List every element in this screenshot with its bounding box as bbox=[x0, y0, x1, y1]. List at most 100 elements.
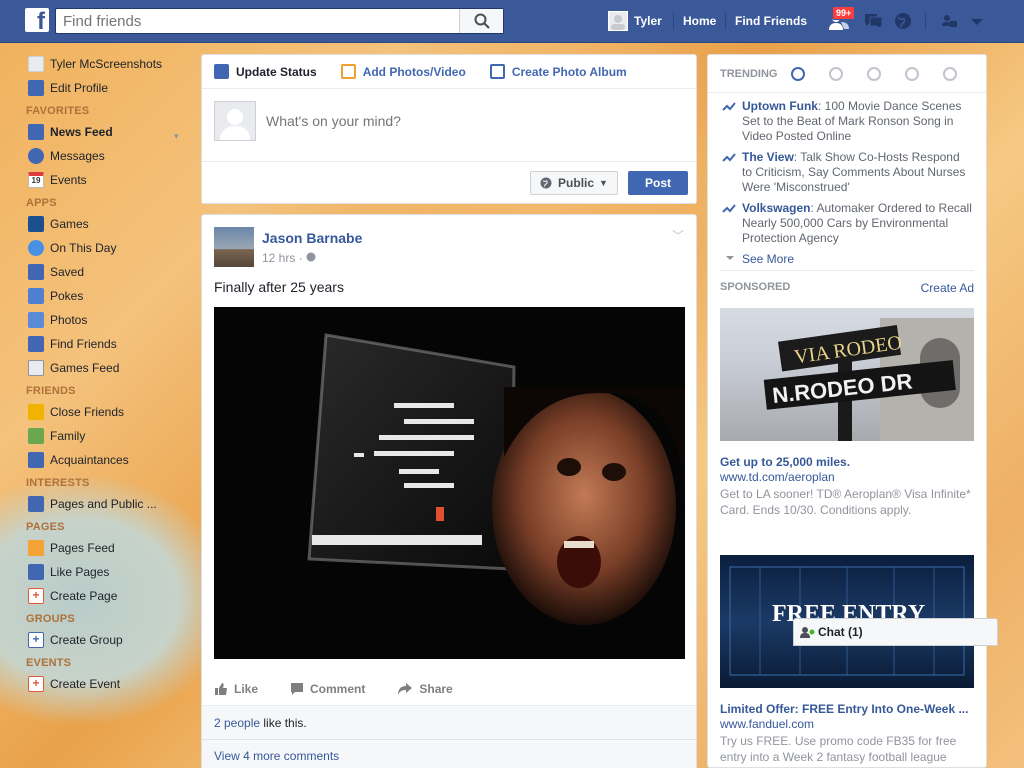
sponsored-title: SPONSORED bbox=[720, 281, 791, 293]
top-bar: f Tyler Home Find Friends 99+ bbox=[0, 0, 1024, 43]
pencil-icon bbox=[214, 64, 229, 79]
sidebar-item-games[interactable]: Games bbox=[0, 212, 190, 236]
see-more-link[interactable]: See More bbox=[708, 248, 986, 270]
sidebar-item-label: Events bbox=[50, 173, 87, 187]
sidebar-item-close-friends[interactable]: Close Friends bbox=[0, 400, 190, 424]
trending-sports-icon[interactable] bbox=[905, 66, 920, 81]
nav-find-friends-link[interactable]: Find Friends bbox=[735, 0, 807, 42]
sidebar-item-acquaintances[interactable]: Acquaintances bbox=[0, 448, 190, 472]
sidebar-item-pages-feed[interactable]: Pages Feed bbox=[0, 536, 190, 560]
share-button[interactable]: Share bbox=[397, 682, 453, 696]
news-feed-options-icon[interactable]: ▾ bbox=[174, 131, 179, 142]
post-time-label: 12 hrs · bbox=[262, 251, 307, 265]
sidebar-item-label: News Feed bbox=[50, 125, 113, 139]
trending-item[interactable]: Volkswagen: Automaker Ordered to Recall … bbox=[708, 201, 986, 246]
friend-requests-badge: 99+ bbox=[832, 6, 856, 20]
sidebar-item-create-event[interactable]: + Create Event bbox=[0, 672, 190, 696]
sidebar-item-label: Create Event bbox=[50, 677, 121, 691]
nav-divider bbox=[673, 12, 674, 30]
nav-home-link[interactable]: Home bbox=[683, 0, 716, 42]
flag-icon bbox=[28, 540, 44, 556]
sidebar-item-edit-profile[interactable]: Edit Profile bbox=[0, 76, 190, 100]
chat-user-icon bbox=[800, 627, 815, 638]
trending-arrow-icon bbox=[722, 102, 736, 111]
sidebar-item-events[interactable]: 19 Events bbox=[0, 168, 190, 192]
likes-link[interactable]: 2 people bbox=[214, 716, 260, 730]
audience-label: Public bbox=[558, 176, 595, 190]
like-button[interactable]: Like bbox=[214, 682, 258, 696]
trending-topic-name[interactable]: Volkswagen bbox=[742, 201, 810, 215]
ad-url[interactable]: www.fanduel.com bbox=[720, 717, 814, 731]
audience-selector-button[interactable]: Public ▼ bbox=[530, 171, 618, 195]
sidebar-item-label: Create Group bbox=[50, 633, 123, 647]
ad-title-link[interactable]: Limited Offer: FREE Entry Into One-Week … bbox=[720, 702, 968, 716]
privacy-shortcuts-icon[interactable] bbox=[938, 11, 960, 31]
search-input[interactable] bbox=[56, 9, 456, 33]
action-label: Comment bbox=[310, 682, 366, 696]
news-feed-icon bbox=[28, 124, 44, 140]
trending-topic-name[interactable]: Uptown Funk bbox=[742, 99, 818, 113]
nav-user-link[interactable]: Tyler bbox=[634, 0, 662, 42]
plus-icon: + bbox=[28, 676, 44, 692]
sidebar-item-label: Messages bbox=[50, 149, 105, 163]
tab-add-photos-video[interactable]: Add Photos/Video bbox=[340, 64, 466, 79]
messages-icon[interactable] bbox=[862, 11, 884, 31]
family-icon bbox=[28, 428, 44, 444]
author-name-link[interactable]: Jason Barnabe bbox=[262, 230, 362, 246]
sidebar-item-saved[interactable]: Saved bbox=[0, 260, 190, 284]
sidebar-item-news-feed[interactable]: News Feed bbox=[0, 120, 190, 144]
trending-politics-icon[interactable] bbox=[829, 66, 844, 81]
sidebar-item-profile[interactable]: Tyler McScreenshots bbox=[0, 52, 190, 76]
trending-item[interactable]: The View: Talk Show Co-Hosts Respond to … bbox=[708, 150, 986, 195]
sidebar-section-favorites: FAVORITES bbox=[26, 105, 90, 117]
post-timestamp[interactable]: 12 hrs · bbox=[262, 251, 316, 265]
sidebar-item-create-page[interactable]: + Create Page bbox=[0, 584, 190, 608]
sidebar-item-pokes[interactable]: Pokes bbox=[0, 284, 190, 308]
sidebar-item-like-pages[interactable]: Like Pages bbox=[0, 560, 190, 584]
calendar-icon: 19 bbox=[28, 172, 44, 188]
post-photo[interactable] bbox=[214, 307, 685, 659]
sidebar-item-messages[interactable]: Messages bbox=[0, 144, 190, 168]
sidebar-item-find-friends[interactable]: Find Friends bbox=[0, 332, 190, 356]
likes-summary: 2 people like this. bbox=[202, 705, 696, 739]
create-ad-link[interactable]: Create Ad bbox=[921, 281, 974, 295]
sidebar-item-create-group[interactable]: + Create Group bbox=[0, 628, 190, 652]
tab-update-status[interactable]: Update Status bbox=[214, 64, 317, 79]
trending-item[interactable]: Uptown Funk: 100 Movie Dance Scenes Set … bbox=[708, 99, 986, 144]
trending-entertainment-icon[interactable] bbox=[943, 66, 958, 81]
search-button[interactable] bbox=[459, 9, 503, 33]
ad-title-link[interactable]: Get up to 25,000 miles. bbox=[720, 455, 850, 469]
tab-create-photo-album[interactable]: Create Photo Album bbox=[489, 64, 627, 79]
status-input[interactable] bbox=[266, 113, 686, 129]
view-more-comments-link[interactable]: View 4 more comments bbox=[214, 749, 339, 763]
sidebar-section-pages: PAGES bbox=[26, 521, 65, 533]
chat-tab[interactable]: Chat (1) bbox=[793, 618, 998, 646]
globe-notifications-icon[interactable] bbox=[892, 11, 914, 31]
user-avatar[interactable] bbox=[608, 11, 628, 31]
sidebar-item-pages-and-public[interactable]: Pages and Public ... bbox=[0, 492, 190, 516]
sidebar-item-on-this-day[interactable]: On This Day bbox=[0, 236, 190, 260]
sidebar-item-label: Find Friends bbox=[50, 337, 117, 351]
trending-arrow-icon bbox=[722, 153, 736, 162]
ad-url[interactable]: www.td.com/aeroplan bbox=[720, 470, 835, 484]
account-menu-chevron-down-icon[interactable] bbox=[966, 11, 988, 31]
sidebar-item-photos[interactable]: Photos bbox=[0, 308, 190, 332]
trending-topic-name[interactable]: The View bbox=[742, 150, 794, 164]
ad-image[interactable]: VIA RODEO N.RODEO DR bbox=[720, 308, 974, 441]
comment-button[interactable]: Comment bbox=[290, 682, 365, 696]
sidebar-item-games-feed[interactable]: Games Feed bbox=[0, 356, 190, 380]
facebook-logo[interactable]: f bbox=[25, 8, 49, 32]
user-avatar-icon bbox=[220, 109, 250, 140]
trending-top-icon[interactable] bbox=[791, 66, 806, 81]
trending-science-icon[interactable] bbox=[867, 66, 882, 81]
nav-divider bbox=[725, 12, 726, 30]
chevron-down-icon[interactable]: ﹀ bbox=[672, 227, 684, 244]
trending-title: TRENDING bbox=[720, 67, 778, 80]
author-avatar[interactable] bbox=[214, 227, 254, 267]
post-button[interactable]: Post bbox=[628, 171, 688, 195]
share-icon bbox=[398, 683, 413, 695]
sidebar-item-family[interactable]: Family bbox=[0, 424, 190, 448]
trending-arrow-icon bbox=[722, 204, 736, 213]
comment-icon bbox=[291, 683, 304, 695]
sidebar-item-label: Tyler McScreenshots bbox=[50, 57, 163, 71]
